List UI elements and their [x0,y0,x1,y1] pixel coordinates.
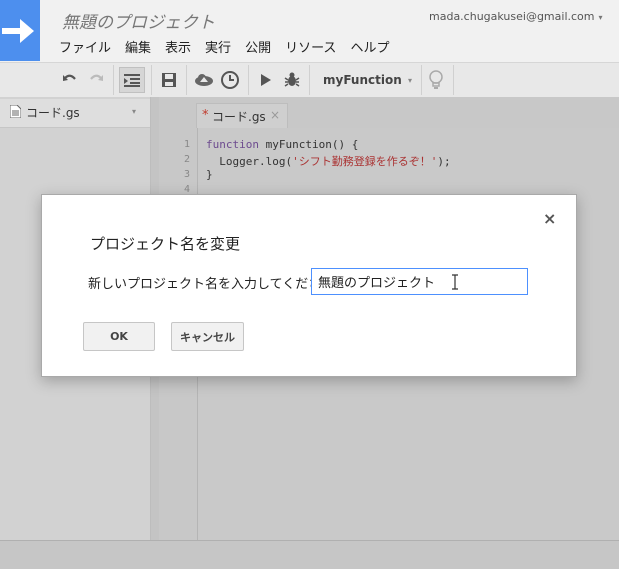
document-icon [10,105,21,118]
clock-trigger-icon[interactable] [218,67,242,93]
menu-bar: ファイル 編集 表示 実行 公開 リソース ヘルプ [59,37,403,56]
cancel-button[interactable]: キャンセル [171,322,244,351]
status-bar [0,540,619,569]
modified-marker: * [202,108,209,123]
dialog-prompt: 新しいプロジェクト名を入力してください [88,277,335,292]
toolbar: myFunction ▾ [0,62,619,98]
project-title[interactable]: 無題のプロジェクト [62,8,215,33]
toolbar-divider [453,65,454,95]
code-line-3: } [206,168,213,181]
line-number: 2 [183,154,190,165]
sidebar-file-item[interactable]: コード.gs ▾ [0,99,150,128]
code-text: } [206,168,213,181]
chevron-down-icon[interactable]: ▾ [132,107,136,116]
sidebar-file-label: コード.gs [26,106,80,120]
apps-script-logo[interactable] [0,0,40,61]
code-line-2: Logger.log('シフト勤務登録を作るぞ！'); [206,153,451,169]
redo-icon[interactable] [84,67,108,93]
menu-resources[interactable]: リソース [285,37,336,56]
line-number: 3 [183,169,190,180]
menu-publish[interactable]: 公開 [245,37,271,56]
cloud-upload-icon[interactable] [192,67,216,93]
toolbar-divider [151,65,152,95]
arrow-right-icon [2,19,34,43]
code-string: 'シフト勤務登録を作るぞ！' [292,155,438,168]
close-icon[interactable]: × [543,209,556,228]
close-icon[interactable]: × [270,108,280,122]
menu-file[interactable]: ファイル [59,37,111,56]
account-menu[interactable]: mada.chugakusei@gmail.com ▾ [429,10,603,23]
code-text: ); [437,155,451,168]
undo-icon[interactable] [58,67,82,93]
line-number: 1 [183,139,190,150]
menu-run[interactable]: 実行 [205,37,231,56]
run-icon[interactable] [254,67,278,93]
menu-edit[interactable]: 編集 [125,37,151,56]
toolbar-divider [113,65,114,95]
menu-help[interactable]: ヘルプ [350,37,389,56]
lightbulb-icon[interactable] [424,67,448,93]
dialog-title: プロジェクト名を変更 [90,235,241,253]
chevron-down-icon: ▾ [598,13,603,22]
debug-bug-icon[interactable] [280,67,304,93]
tab-label: コード.gs [212,110,266,124]
code-text: Logger.log( [206,155,293,168]
menu-view[interactable]: 表示 [165,37,191,56]
code-line-1: function myFunction() { [206,138,358,151]
rename-project-dialog: × プロジェクト名を変更 新しいプロジェクト名を入力してください OK キャンセ… [41,194,577,377]
account-email: mada.chugakusei@gmail.com [429,10,595,23]
toolbar-divider [248,65,249,95]
text-cursor-icon [452,274,458,290]
toolbar-divider [309,65,310,95]
indent-icon[interactable] [119,67,145,93]
chevron-down-icon: ▾ [407,75,412,85]
tab-code-gs[interactable]: * コード.gs × [196,103,288,129]
code-keyword: function [206,138,259,151]
save-icon[interactable] [157,67,181,93]
project-name-input[interactable] [311,268,528,295]
toolbar-divider [421,65,422,95]
toolbar-divider [186,65,187,95]
function-select-value: myFunction [323,73,402,87]
code-text: myFunction() { [258,138,359,151]
function-select[interactable]: myFunction ▾ [314,67,420,93]
ok-button[interactable]: OK [83,322,155,351]
